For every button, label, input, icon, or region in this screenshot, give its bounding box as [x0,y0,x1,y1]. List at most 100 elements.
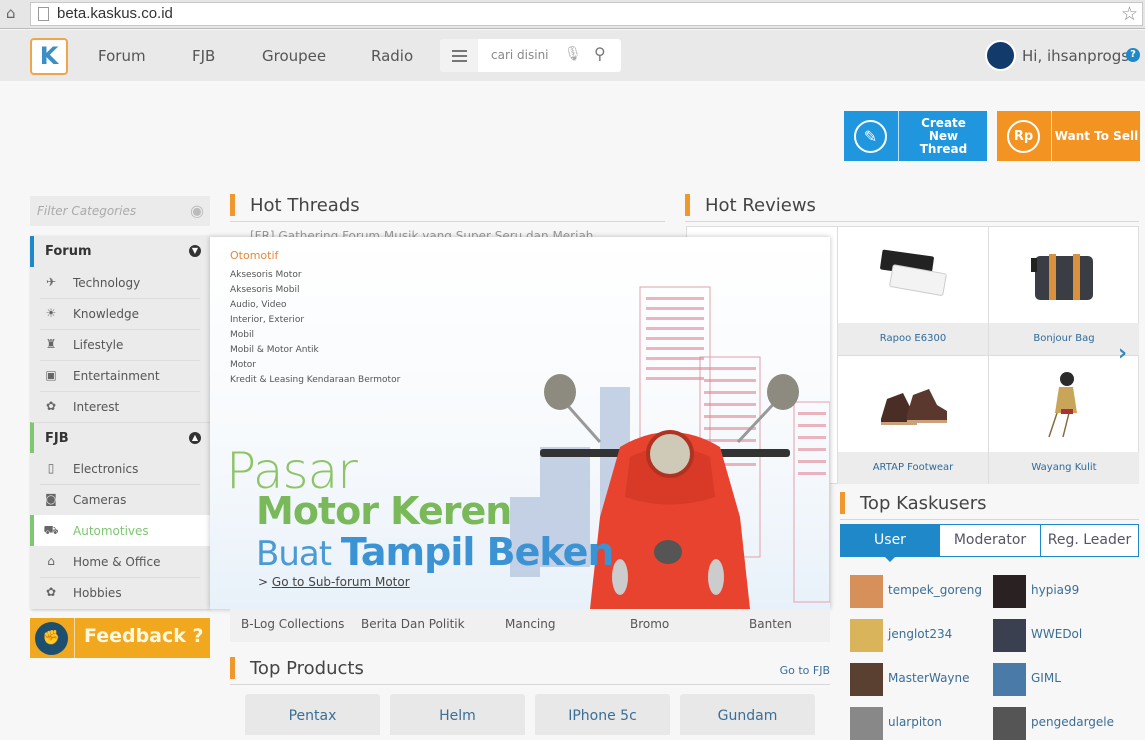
search-input[interactable]: cari disini [491,48,549,62]
username[interactable]: jenglot234 [888,627,952,641]
sidebar-item-electronics[interactable]: ▯ Electronics [30,453,210,484]
product-card[interactable]: IPhone 5c [535,694,670,735]
username[interactable]: tempek_goreng [888,583,982,597]
kaskuser-item[interactable]: pengedargele [993,707,1133,740]
kaskuser-item[interactable]: tempek_goreng [850,575,990,608]
tag-link[interactable]: Mancing [505,617,555,631]
sidebar-item-lifestyle[interactable]: ♜ Lifestyle [30,329,210,360]
address-bar[interactable]: beta.kaskus.co.id ☆ [30,2,1143,26]
subcategory-link[interactable]: Audio, Video [230,300,287,310]
review-card[interactable]: Wayang Kulit [988,355,1139,484]
sidebar-item-home-office[interactable]: ⌂ Home & Office [30,546,210,577]
username[interactable]: pengedargele [1031,715,1114,729]
mega-menu-category[interactable]: Otomotif [230,249,278,262]
filter-input[interactable]: Filter Categories [37,204,136,218]
subcategory-link[interactable]: Aksesoris Motor [230,270,302,280]
username[interactable]: hypia99 [1031,583,1079,597]
bookmark-star-icon[interactable]: ☆ [1121,3,1138,25]
sidebar-item-interest[interactable]: ✿ Interest [30,391,210,422]
user-avatar[interactable] [985,40,1016,71]
want-to-sell-button[interactable]: Rp Want To Sell [997,111,1140,161]
nav-groupee[interactable]: Groupee [262,47,326,65]
microphone-icon[interactable]: 🎙 [564,46,582,62]
nav-fjb[interactable]: FJB [192,47,215,65]
nav-forum[interactable]: Forum [98,47,146,65]
sidebar-item-label: Entertainment [73,369,160,383]
section-title: Top Kaskusers [860,493,987,514]
username[interactable]: GIML [1031,671,1061,685]
avatar [993,575,1026,608]
tag-link[interactable]: Berita Dan Politik [361,617,465,631]
review-caption[interactable]: Bonjour Bag [989,323,1139,355]
kaskuser-item[interactable]: GIML [993,663,1133,696]
username[interactable]: WWEDol [1031,627,1082,641]
eye-icon[interactable]: ◉ [190,201,204,220]
sidebar-item-automotives[interactable]: ⛟ Automotives [30,515,212,546]
feedback-button[interactable]: ✊ Feedback ? [30,618,210,658]
review-caption[interactable]: Wayang Kulit [989,452,1139,484]
tab-moderator[interactable]: Moderator [939,525,1040,556]
create-thread-label: Create New Thread [919,115,968,156]
sidebar-item-cameras[interactable]: ◙ Cameras [30,484,210,515]
tag-link[interactable]: B-Log Collections [241,617,344,631]
kaskus-logo[interactable]: K [30,38,68,75]
tags-row: B-Log Collections Berita Dan Politik Man… [230,609,830,642]
car-icon: ⛟ [43,523,59,537]
category-sidebar: Forum ▼ ✈ Technology ☀ Knowledge ♜ Lifes… [30,236,212,609]
kaskuser-item[interactable]: WWEDol [993,619,1133,652]
subcategory-link[interactable]: Mobil [230,330,254,340]
filter-categories[interactable]: Filter Categories ◉ [30,196,210,226]
subcategory-link[interactable]: Motor [230,360,256,370]
go-to-fjb-link[interactable]: Go to FJB [780,664,830,677]
nav-radio[interactable]: Radio [371,47,413,65]
tag-link[interactable]: Bromo [630,617,669,631]
link-text[interactable]: Go to Sub-forum Motor [272,575,410,589]
kaskuser-item[interactable]: hypia99 [993,575,1133,608]
sidebar-item-knowledge[interactable]: ☀ Knowledge [30,298,210,329]
divider [898,111,899,161]
subcategory-link[interactable]: Mobil & Motor Antik [230,345,319,355]
review-card[interactable]: Rapoo E6300 [837,227,988,355]
username[interactable]: MasterWayne [888,671,970,685]
tag-link[interactable]: Banten [749,617,792,631]
product-card[interactable]: Gundam [680,694,815,735]
subcategory-link[interactable]: Interior, Exterior [230,315,304,325]
bag-image [989,227,1139,323]
product-card[interactable]: Pentax [245,694,380,735]
avatar [850,575,883,608]
sidebar-item-technology[interactable]: ✈ Technology [30,267,210,298]
sidebar-item-hobbies[interactable]: ✿ Hobbies [30,577,210,608]
product-card[interactable]: Helm [390,694,525,735]
hot-thread-item[interactable]: [FR] Gathering Forum Musik yang Super Se… [250,229,593,237]
review-caption[interactable]: ARTAP Footwear [838,452,988,484]
subcategory-link[interactable]: Aksesoris Mobil [230,285,300,295]
sidebar-item-entertainment[interactable]: ▣ Entertainment [30,360,210,391]
link-prefix: > [258,575,269,589]
tab-reg-leader[interactable]: Reg. Leader [1040,525,1138,556]
chevron-up-icon[interactable]: ▲ [189,432,201,444]
category-group-fjb[interactable]: FJB ▲ [30,422,210,453]
category-group-forum[interactable]: Forum ▼ [30,236,210,267]
home-icon[interactable]: ⌂ [6,5,22,21]
avatar [850,619,883,652]
divider [74,618,75,658]
user-greeting[interactable]: Hi, ihsanprogs [1022,47,1129,65]
hamburger-menu-icon[interactable] [440,39,478,72]
kaskuser-item[interactable]: ularpiton [850,707,990,740]
chevron-down-icon[interactable]: ▼ [189,245,201,257]
help-icon[interactable]: ? [1126,48,1140,62]
search-icon[interactable]: ⚲ [594,44,606,63]
create-new-thread-button[interactable]: ✎ Create New Thread [844,111,987,161]
chevron-right-icon[interactable]: › [1118,341,1127,366]
kaskuser-item[interactable]: jenglot234 [850,619,990,652]
review-caption[interactable]: Rapoo E6300 [838,323,988,355]
tab-user[interactable]: User [841,525,939,556]
username[interactable]: ularpiton [888,715,942,729]
kaskuser-item[interactable]: MasterWayne [850,663,990,696]
url-text[interactable]: beta.kaskus.co.id [57,5,173,22]
fist-icon: ✊ [35,622,68,655]
review-card[interactable]: Bonjour Bag [988,227,1139,355]
subcategory-link[interactable]: Kredit & Leasing Kendaraan Bermotor [230,375,400,385]
go-to-subforum-link[interactable]: > Go to Sub-forum Motor [258,575,410,589]
review-card[interactable]: ARTAP Footwear [837,355,988,484]
